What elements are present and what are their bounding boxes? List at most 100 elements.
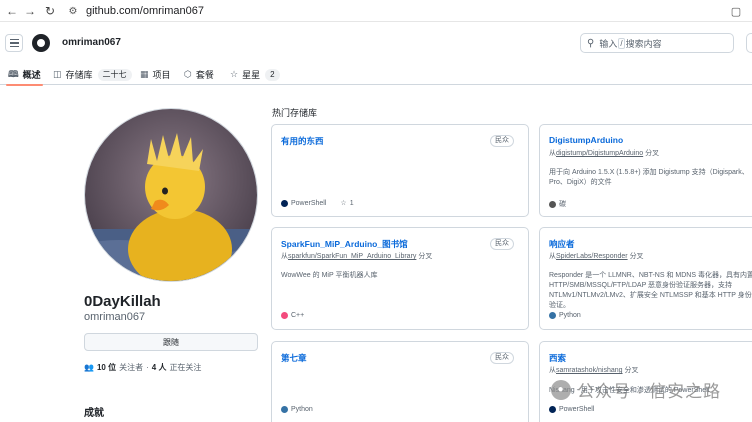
book-icon: 🕮 (8, 68, 19, 79)
search-icon: ⚲ (587, 37, 595, 49)
wechat-icon: ● (551, 379, 571, 400)
stats-separator: · (146, 363, 149, 372)
repo-language: Python (291, 406, 313, 413)
repo-language: PowerShell (291, 199, 327, 207)
site-info-icon[interactable]: ⚙ (66, 4, 80, 18)
table-icon: ▦ (140, 69, 149, 79)
tab-count: 二十七 (97, 68, 132, 81)
repo-meta: Python (281, 406, 313, 413)
search-input[interactable]: ⚲ 输入 / 搜索内容 (580, 33, 734, 53)
repo-meta: PowerShell ☆ 1 (281, 199, 354, 207)
fork-suffix: 分叉 (645, 150, 660, 157)
visibility-badge: 民众 (490, 135, 514, 147)
search-placeholder-prefix: 输入 (599, 38, 618, 49)
tab-count: 2 (265, 68, 280, 81)
repo-description: 用于向 Arduino 1.5.X (1.5.8+) 添加 Digistump … (549, 169, 749, 186)
search-placeholder-suffix: 搜索内容 (625, 38, 662, 49)
repo-description: WowWee 的 MiP 平衡机器人库 (281, 272, 378, 279)
language-color-dot (549, 406, 556, 413)
duckling-avatar-image (85, 109, 257, 281)
stargazers-link[interactable]: ☆ 1 (340, 199, 354, 208)
language-color-dot (281, 406, 288, 413)
fork-source: 从SpiderLabs/Responder 分叉 (549, 251, 644, 261)
header-username[interactable]: omriman067 (62, 37, 121, 48)
back-icon[interactable]: ← (4, 3, 20, 19)
fork-suffix: 分叉 (418, 253, 433, 260)
following-count[interactable]: 4 人 (152, 362, 167, 373)
address-bar[interactable]: ⚙ github.com/omriman067 (66, 2, 726, 20)
tab-label: 项目 (152, 70, 171, 80)
achievements-title: 成就 (84, 408, 104, 419)
fork-source: 从samratashok/nishang 分叉 (549, 365, 639, 375)
repo-name-link[interactable]: DigistumpArduino (549, 135, 623, 145)
follow-button[interactable]: 跟随 (84, 333, 258, 351)
fork-source: 从sparkfun/SparkFun_MiP_Arduino_Library 分… (281, 251, 432, 261)
tab-projects[interactable]: ▦ 项目 (140, 64, 171, 85)
fork-source-link[interactable]: SpiderLabs/Responder (556, 253, 628, 260)
star-count: 1 (349, 199, 354, 207)
tab-overview[interactable]: 🕮 概述 (6, 64, 43, 86)
repo-icon: ◫ (53, 69, 62, 79)
repo-name-link[interactable]: 西索 (549, 352, 566, 364)
repo-name-link[interactable]: 响应者 (549, 238, 575, 250)
url-text: github.com/omriman067 (86, 5, 205, 17)
login-name: omriman067 (84, 311, 146, 323)
popular-repos-title: 热门存储库 (272, 108, 318, 118)
forward-icon[interactable]: → (22, 3, 38, 19)
following-label[interactable]: 正在关注 (169, 362, 201, 373)
repo-meta: 碳 (549, 199, 566, 209)
repo-card: 有用的东西 民众 PowerShell ☆ 1 (271, 124, 529, 217)
repo-name-link[interactable]: 有用的东西 (281, 135, 324, 147)
avatar[interactable] (84, 108, 258, 282)
tab-label: 星星 (242, 70, 261, 80)
star-icon: ☆ (230, 69, 239, 79)
extension-icon[interactable]: ▢ (728, 3, 744, 19)
fork-suffix: 分叉 (629, 253, 644, 260)
followers-label[interactable]: 关注者 (119, 362, 143, 373)
display-name: 0DayKillah (84, 293, 161, 310)
repo-description: Responder 是一个 LLMNR、NBT-NS 和 MDNS 毒化器，具有… (549, 272, 752, 309)
reload-icon[interactable]: ↻ (42, 3, 58, 19)
github-header: omriman067 ⚲ 输入 / 搜索内容 (0, 22, 752, 64)
repo-language: C++ (291, 312, 305, 319)
fork-prefix: 从 (549, 150, 556, 157)
fork-prefix: 从 (549, 253, 556, 260)
language-color-dot (281, 199, 288, 207)
language-color-dot (281, 312, 288, 319)
header-action-button[interactable] (746, 33, 752, 53)
tab-stars[interactable]: ☆ 星星 2 (230, 64, 280, 85)
repo-meta: Python (549, 312, 581, 319)
fork-source-link[interactable]: digistump/DigistumpArduino (556, 150, 643, 157)
repo-name-link[interactable]: 第七章 (281, 352, 307, 364)
language-color-dot (549, 200, 556, 208)
tab-label: 存储库 (65, 70, 93, 80)
repo-meta: C++ (281, 312, 304, 319)
repo-language: PowerShell (559, 406, 595, 413)
repo-language: Python (559, 312, 581, 319)
tab-repositories[interactable]: ◫ 存储库 二十七 (53, 64, 132, 85)
fork-source-link[interactable]: sparkfun/SparkFun_MiP_Arduino_Library (288, 253, 416, 260)
github-logo-icon[interactable] (32, 34, 50, 52)
browser-toolbar: ← → ↻ ⚙ github.com/omriman067 ▢ (0, 0, 752, 22)
fork-prefix: 从 (281, 253, 288, 260)
repo-card: 响应者 从SpiderLabs/Responder 分叉 Responder 是… (539, 227, 752, 330)
visibility-badge: 民众 (490, 352, 514, 364)
menu-icon[interactable] (5, 34, 23, 52)
fork-source-link[interactable]: samratashok/nishang (556, 367, 623, 374)
fork-source: 从digistump/DigistumpArduino 分叉 (549, 148, 659, 158)
repo-language: 碳 (559, 201, 566, 208)
tab-packages[interactable]: ⬡ 套餐 (184, 64, 214, 85)
follow-stats: 👥 10 位 关注者 · 4 人 正在关注 (84, 362, 201, 373)
visibility-badge: 民众 (490, 238, 514, 250)
profile-tabs: 🕮 概述 ◫ 存储库 二十七 ▦ 项目 ⬡ 套餐 ☆ 星星 2 (0, 64, 752, 86)
tab-label: 套餐 (195, 70, 214, 80)
watermark-text: 公众号 · 信安之路 (577, 382, 722, 401)
repo-name-link[interactable]: SparkFun_MiP_Arduino_图书馆 (281, 238, 408, 250)
tab-label: 概述 (22, 70, 41, 80)
search-shortcut-key: / (618, 37, 625, 49)
package-icon: ⬡ (184, 69, 192, 79)
people-icon: 👥 (84, 363, 94, 372)
repo-meta: PowerShell (549, 406, 594, 413)
watermark: ● 公众号 · 信安之路 (551, 377, 721, 402)
followers-count[interactable]: 10 位 (97, 362, 116, 373)
